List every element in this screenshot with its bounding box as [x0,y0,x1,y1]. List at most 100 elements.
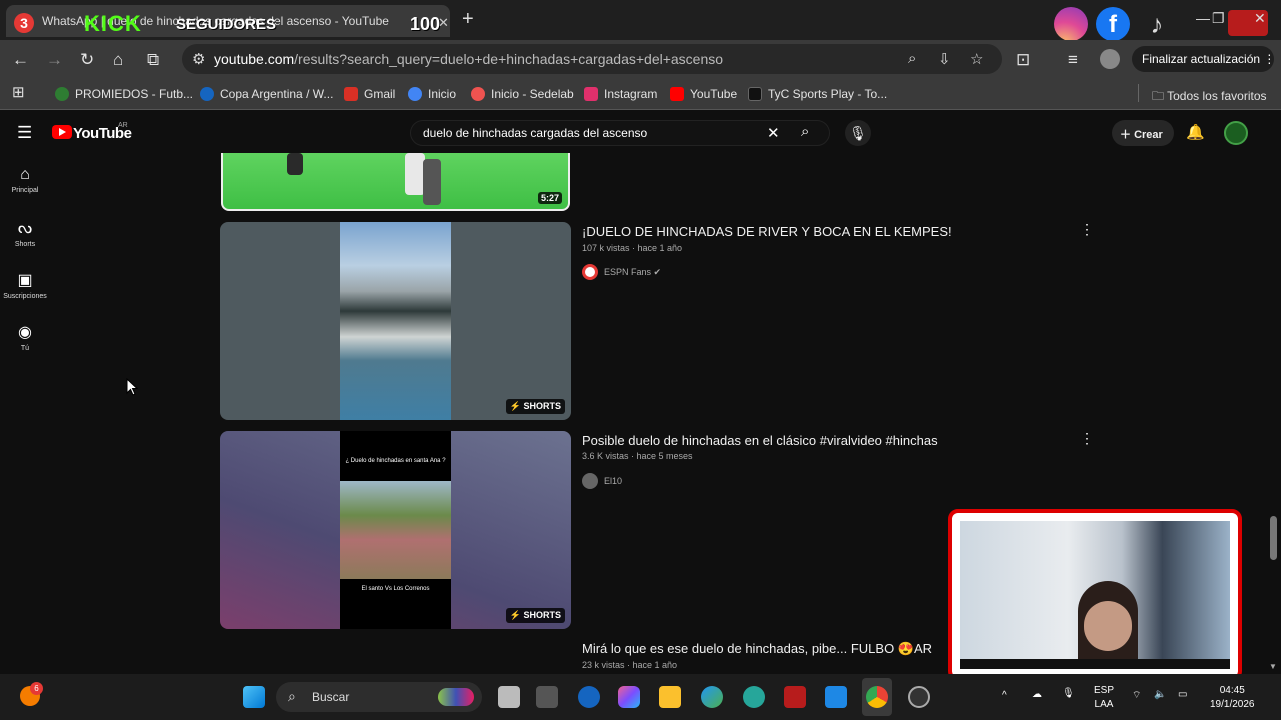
create-button[interactable]: ＋ Crear [1112,120,1174,146]
bookmark-item[interactable]: PROMIEDOS - Futb... [55,87,193,101]
video-meta: 107 k vistas · hace 1 año [582,243,683,253]
hamburger-menu-icon[interactable]: ☰ [17,123,32,143]
app-icon[interactable] [536,686,558,708]
bookmark-item[interactable]: Copa Argentina / W... [200,87,333,101]
channel-link[interactable]: ESPN Fans ✔ [582,264,661,280]
copa-argentina-icon [200,87,214,101]
instagram-overlay-icon [1054,7,1088,41]
rail-item-you[interactable]: ◉ Tú [0,322,50,352]
bookmark-item[interactable]: Gmail [344,87,395,101]
notifications-bell-icon[interactable]: 🔔 [1186,123,1205,141]
video-menu-icon[interactable]: ⋮ [1080,221,1094,238]
scroll-down-arrow-icon[interactable]: ▼ [1269,662,1277,671]
shorts-badge-label: SHORTS [523,610,561,620]
video-title[interactable]: Mirá lo que es ese duelo de hinchadas, p… [582,641,932,657]
tray-overflow-icon[interactable]: ^ [1002,690,1007,701]
bookmark-label: PROMIEDOS - Futb... [75,87,194,101]
rail-item-home[interactable]: ⌂ Principal [0,166,50,194]
file-explorer-icon[interactable] [659,686,681,708]
media-controls-icon[interactable]: ≡ [1068,50,1078,70]
video-thumbnail[interactable]: ¿ Duelo de hinchadas en santa Ana ? El s… [220,431,571,629]
video-thumbnail[interactable]: 5:27 [221,153,570,211]
app-icon[interactable] [743,686,765,708]
edge-icon[interactable] [701,686,723,708]
volume-icon[interactable]: 🔈 [1154,689,1166,700]
video-title[interactable]: ¡DUELO DE HINCHADAS DE RIVER Y BOCA EN E… [582,224,952,239]
zoom-icon[interactable]: ⌕ [908,50,916,67]
bookmark-label: Inicio - Sedelab [491,87,574,101]
rail-label: Tú [20,345,30,352]
chrome-icon[interactable] [866,686,888,708]
channel-link[interactable]: El10 [582,473,622,489]
side-panel-icon[interactable]: ⧉ [147,50,159,70]
sedelab-icon [471,87,485,101]
stream-overlay-followers-label: SEGUIDORES [176,16,277,33]
bookmark-star-icon[interactable]: ☆ [970,50,983,68]
bookmark-item[interactable]: TyC Sports Play - To... [748,87,887,101]
new-tab-button[interactable]: + [462,8,474,31]
tab-close-icon[interactable]: ✕ [438,15,449,31]
you-icon: ◉ [18,324,32,341]
back-icon[interactable]: ← [12,50,29,70]
rail-item-subscriptions[interactable]: ▣ Suscripciones [0,270,50,300]
bookmark-item[interactable]: YouTube [670,87,737,101]
tyc-sports-icon [748,87,762,101]
tab-search-icon[interactable]: ⊡ [1016,50,1030,70]
obs-icon[interactable] [908,686,930,708]
address-bar[interactable]: ⚙ youtube.com/results?search_query=duelo… [182,44,1002,74]
mcafee-icon[interactable] [784,686,806,708]
hp-icon[interactable] [578,686,600,708]
close-window-icon[interactable]: ✕ [1254,10,1266,27]
shorts-icon: ᔓ [17,220,33,237]
stream-overlay-followers-count: 100 [410,14,441,34]
site-info-icon[interactable]: ⚙ [192,50,205,68]
page-scrollbar[interactable] [1270,516,1277,560]
rail-label: Shorts [14,241,36,248]
minimize-icon[interactable]: — [1196,10,1210,26]
clear-search-icon[interactable]: ✕ [767,124,780,142]
video-title[interactable]: Posible duelo de hinchadas en el clásico… [582,433,938,448]
forward-icon[interactable]: → [46,50,63,70]
inicio-icon [408,87,422,101]
windows-start-icon[interactable] [243,686,265,708]
home-icon[interactable]: ⌂ [113,50,123,70]
browser-tab-strip: 3 WhatsApp | duelo de hinchadas cargadas… [0,0,1281,41]
wifi-icon[interactable]: ⌔ [1132,689,1141,702]
promiedos-icon [55,87,69,101]
rail-item-shorts[interactable]: ᔓ Shorts [0,218,50,248]
profile-avatar[interactable] [1100,49,1120,69]
bookmark-item[interactable]: Inicio [408,87,456,101]
all-bookmarks-button[interactable]: 🗀 Todos los favoritos [1152,87,1267,108]
verified-icon: ✔ [653,267,662,277]
bookmark-item[interactable]: Instagram [584,87,657,101]
install-app-icon[interactable]: ⇩ [938,50,951,68]
browser-tab-active[interactable]: 3 WhatsApp | duelo de hinchadas cargadas… [6,5,450,37]
voice-search-button[interactable]: 🎙 [845,120,871,146]
copilot-icon[interactable] [618,686,640,708]
apps-grid-icon[interactable]: ⊞ [12,83,25,101]
stadium-thumbnail-image [340,222,451,420]
microsoft-store-icon[interactable] [825,686,847,708]
search-icon[interactable]: ⌕ [801,123,809,140]
reload-icon[interactable]: ↻ [80,50,94,70]
finish-update-button[interactable]: Finalizar actualización ⋮ [1132,46,1275,72]
create-label: Crear [1134,129,1163,141]
video-thumbnail[interactable]: ⚡ SHORTS [220,222,571,420]
youtube-header: ☰ YouTube AR duelo de hinchadas cargadas… [0,113,1281,153]
language-indicator[interactable]: ESP LAA [1094,684,1114,712]
subscriptions-icon: ▣ [17,272,33,289]
microphone-icon[interactable]: 🎙 [1062,688,1075,699]
onedrive-icon[interactable]: ☁ [1032,689,1042,700]
account-avatar[interactable] [1224,121,1248,145]
battery-icon[interactable]: ▭ [1178,689,1187,700]
youtube-search-input[interactable]: duelo de hinchadas cargadas del ascenso [423,126,647,140]
task-view-icon[interactable] [498,686,520,708]
taskbar-search-box[interactable]: ⌕ Buscar [276,682,482,712]
clock[interactable]: 04:45 19/1/2026 [1210,684,1255,712]
thumbnail-player-figure [405,153,425,195]
bookmark-item[interactable]: Inicio - Sedelab [471,87,574,101]
mouse-cursor-icon [126,378,138,396]
youtube-search-box[interactable]: duelo de hinchadas cargadas del ascenso … [410,120,830,146]
restore-icon[interactable]: ❐ [1212,10,1225,27]
video-menu-icon[interactable]: ⋮ [1080,430,1094,447]
